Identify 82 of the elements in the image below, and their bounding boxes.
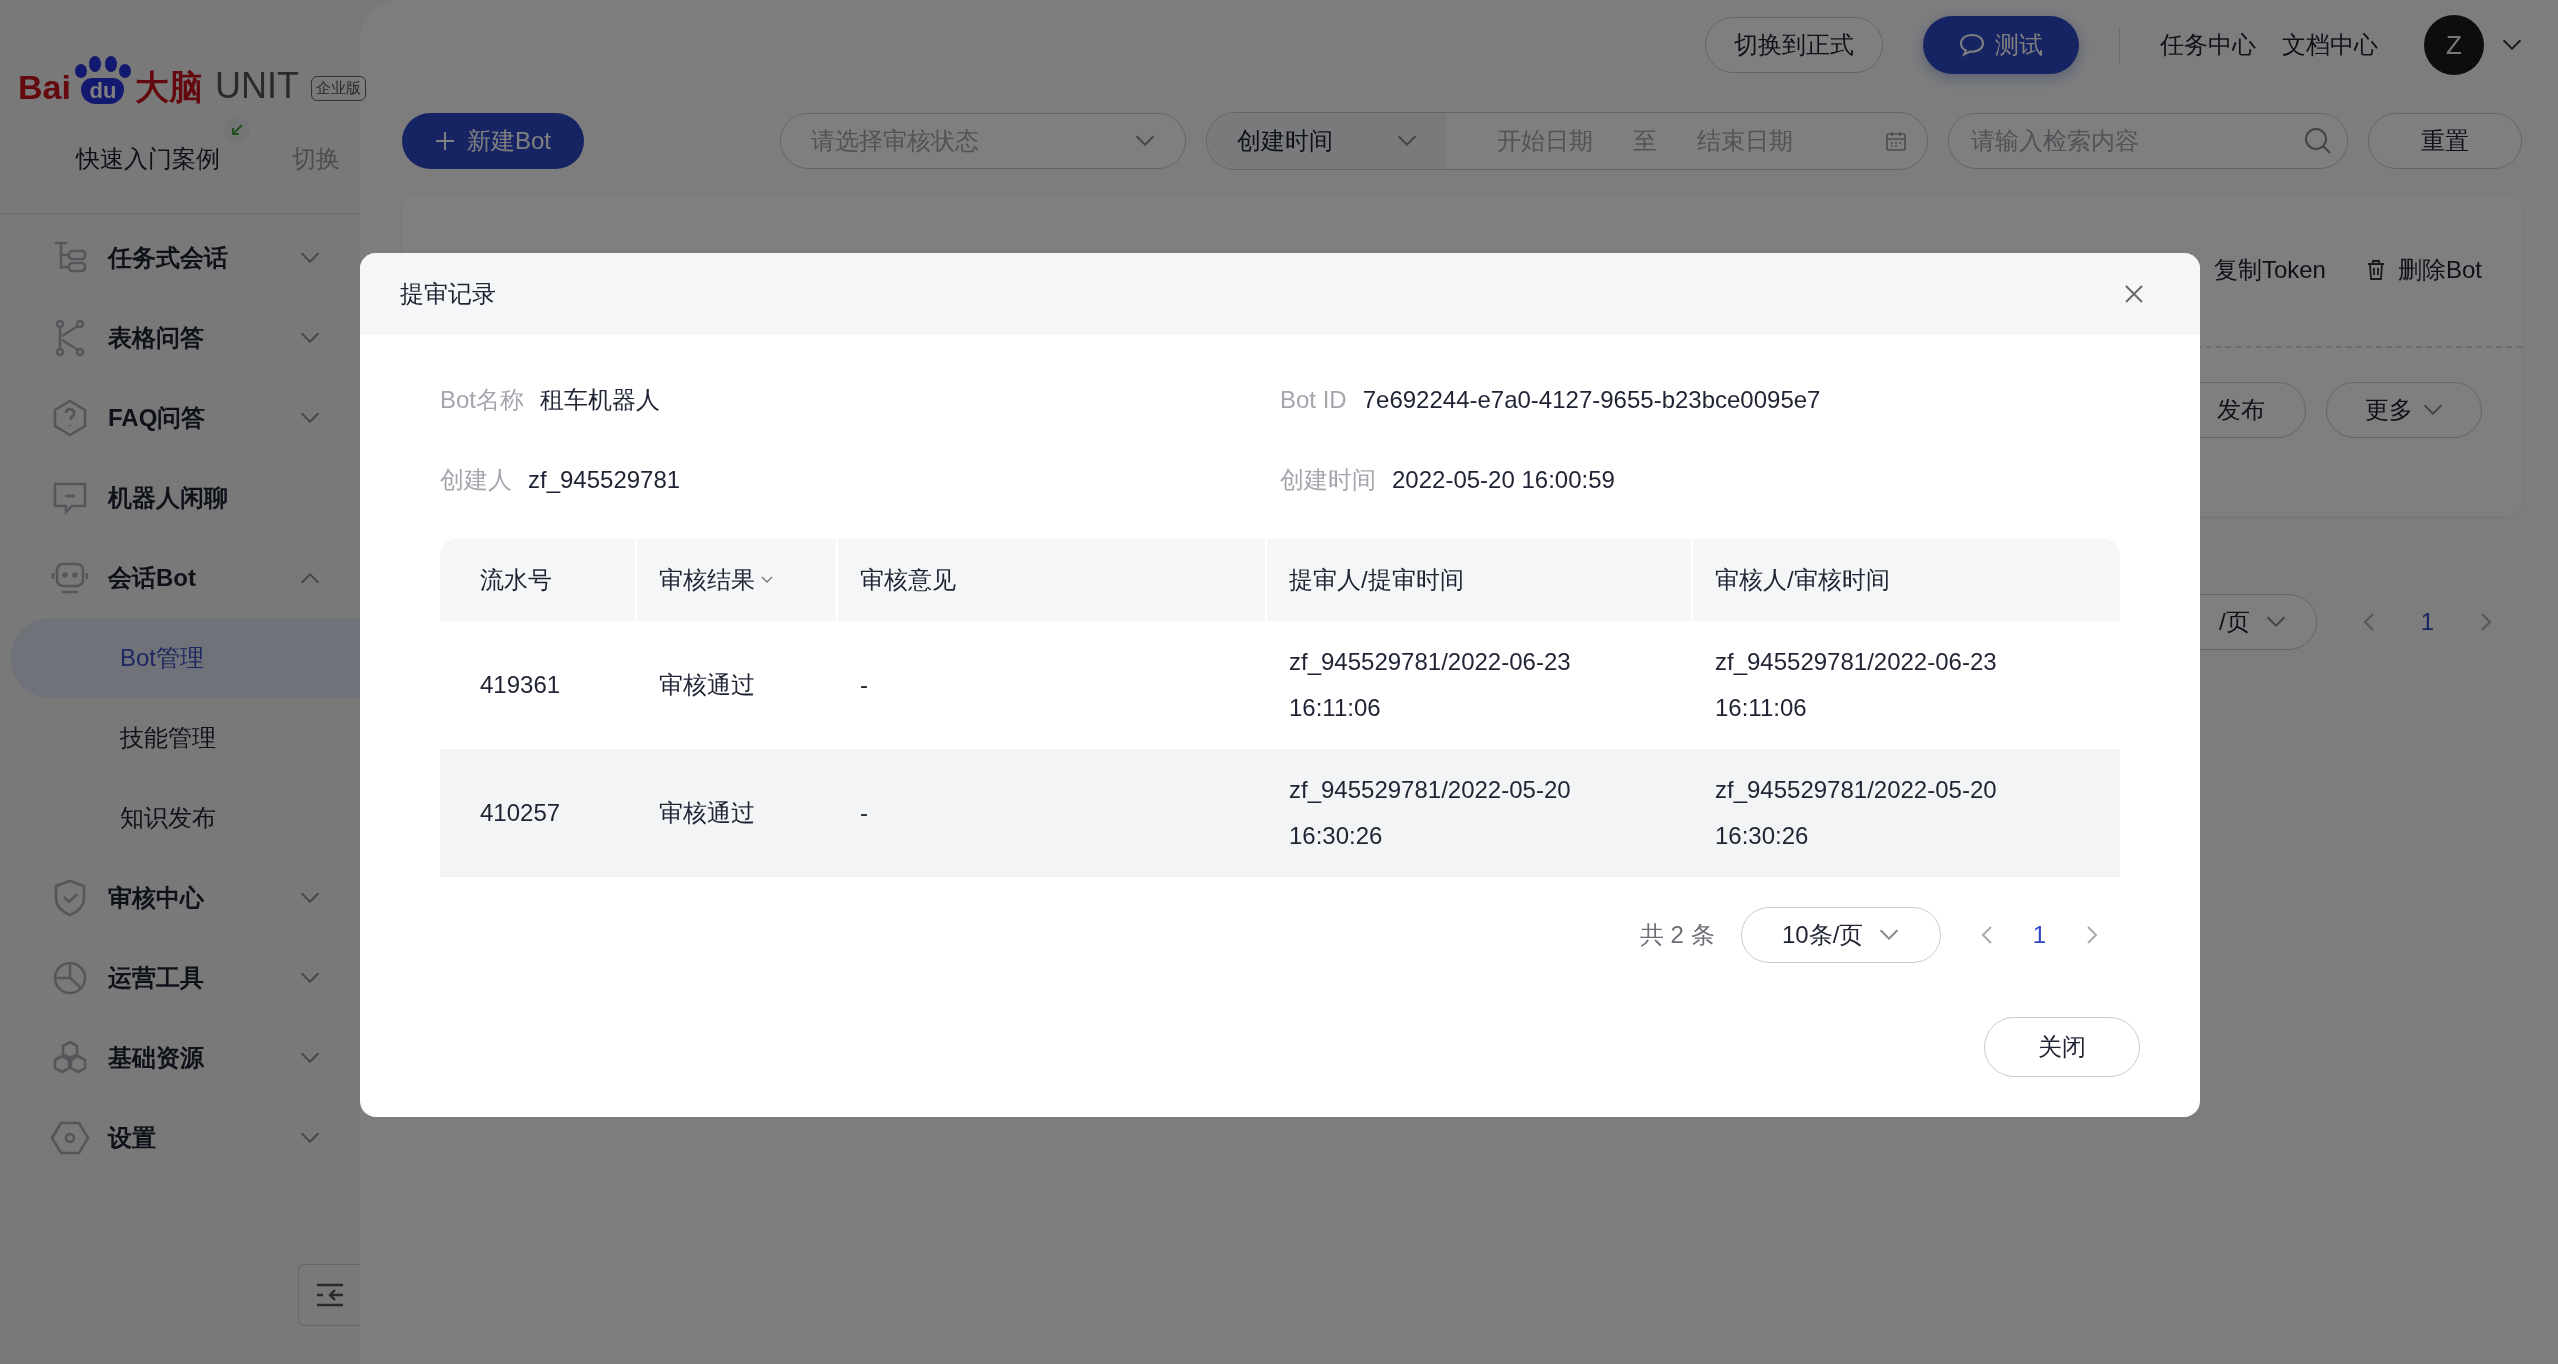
- page-number[interactable]: 1: [2420, 608, 2434, 636]
- table-row[interactable]: 410257 审核通过 - zf_945529781/2022-05-20 16:30:26 zf_945529781/2022-05-20 16:30:26: [440, 749, 2120, 877]
- table-cell-text: zf_945529781/2022-06-23 16:11:06: [1715, 647, 1998, 723]
- page-size-select[interactable]: 10条/页: [1740, 907, 1941, 963]
- nav-item[interactable]: 基础资源: [0, 1018, 360, 1098]
- close-icon[interactable]: [2124, 284, 2144, 304]
- caret-icon: [300, 252, 320, 264]
- caret-icon: [300, 412, 320, 424]
- nav-item[interactable]: FAQ问答: [0, 378, 360, 458]
- chat-icon: [1958, 33, 1985, 57]
- table-cell-text: 审核通过: [659, 798, 755, 828]
- next-page-icon[interactable]: [2480, 612, 2492, 632]
- column-header[interactable]: 审核结果: [637, 539, 838, 621]
- table-cell-text: 419361: [480, 670, 561, 700]
- caret-icon: [300, 332, 320, 344]
- nav-link[interactable]: 文档中心: [2282, 29, 2378, 61]
- nav-item[interactable]: 运营工具: [0, 938, 360, 1018]
- caret-icon: [300, 572, 320, 584]
- collapse-button[interactable]: [298, 1264, 360, 1326]
- table-cell-text: zf_945529781/2022-06-23 16:11:06: [1289, 647, 1572, 723]
- paw-logo: du: [72, 56, 133, 104]
- field-value: 2022-05-20 16:00:59: [1392, 466, 1615, 494]
- page-number[interactable]: 1: [2032, 921, 2046, 949]
- caret-icon: [300, 972, 320, 984]
- field-label: Bot名称: [440, 385, 525, 415]
- dialog-title: 提审记录: [400, 279, 496, 309]
- search-icon: [2303, 126, 2333, 156]
- table-cell-text: 审核通过: [659, 670, 755, 700]
- field-label: Bot ID: [1280, 386, 1347, 414]
- previous-page-icon[interactable]: [2362, 612, 2375, 632]
- field-label: 创建时间: [1280, 465, 1376, 495]
- nav-subitem[interactable]: 知识发布: [10, 778, 360, 858]
- trash-icon: [2365, 259, 2386, 281]
- delete-bot-link[interactable]: 删除Bot: [2365, 254, 2482, 286]
- env-switch-button[interactable]: 切换到正式: [1704, 17, 1883, 73]
- copy-token-link[interactable]: 复制Token: [2213, 254, 2326, 286]
- more-button[interactable]: 更多: [2326, 382, 2482, 438]
- caret-icon: [1135, 135, 1155, 147]
- table-cell-text: -: [860, 670, 868, 700]
- logo-text: 大脑: [134, 70, 203, 104]
- next-page-icon[interactable]: [2086, 925, 2098, 945]
- nav-link[interactable]: 任务中心: [2160, 29, 2256, 61]
- collapse-icon: [314, 1282, 345, 1308]
- nav-item[interactable]: 设置: [0, 1098, 360, 1178]
- nav-item[interactable]: 会话Bot: [0, 538, 360, 618]
- column-header: 审核人/审核时间: [1714, 565, 1891, 595]
- previous-page-icon[interactable]: [1980, 925, 1993, 945]
- quick-start-link[interactable]: 快速入门案例: [76, 144, 220, 172]
- nav-item[interactable]: 机器人闲聊: [0, 458, 360, 538]
- table-cell-text: 410257: [480, 798, 561, 828]
- field-value: 租车机器人: [540, 385, 661, 415]
- test-button[interactable]: 测试: [1922, 16, 2079, 74]
- table-cell-text: -: [860, 798, 868, 828]
- column-header: 审核意见: [838, 539, 1267, 621]
- column-header: 流水号: [440, 539, 637, 621]
- logo-text: Bai: [18, 70, 71, 104]
- total-count: 共 2 条: [1639, 920, 1715, 950]
- reset-button[interactable]: 重置: [2368, 113, 2522, 169]
- table-cell-text: zf_945529781/2022-05-20 16:30:26: [1715, 775, 1998, 851]
- column-header: 提审人/提审时间: [1267, 539, 1693, 621]
- caret-icon: [2265, 616, 2286, 628]
- field-value: zf_945529781: [528, 466, 681, 494]
- caret-icon: [300, 1132, 320, 1144]
- product-name: UNIT: [214, 68, 299, 104]
- caret-icon: [1879, 929, 1900, 941]
- field-label: 创建人: [440, 465, 512, 495]
- user-avatar[interactable]: Z: [2424, 15, 2484, 75]
- caret-icon: [2423, 404, 2443, 416]
- nav-item[interactable]: 审核中心: [0, 858, 360, 938]
- new-bot-button[interactable]: 新建Bot: [402, 113, 584, 169]
- nav-item[interactable]: 任务式会话: [0, 218, 360, 298]
- field-value: 7e692244-e7a0-4127-9655-b23bce0095e7: [1362, 386, 1821, 414]
- nav-subitem[interactable]: 技能管理: [10, 698, 360, 778]
- plus-icon: [435, 131, 455, 151]
- nav-item[interactable]: 表格问答: [0, 298, 360, 378]
- caret-icon[interactable]: [761, 576, 773, 584]
- caret-icon: [300, 1052, 320, 1064]
- nav-subitem[interactable]: Bot管理: [10, 618, 360, 698]
- table-cell-text: zf_945529781/2022-05-20 16:30:26: [1289, 775, 1572, 851]
- caret-icon: [2502, 39, 2522, 51]
- close-button[interactable]: 关闭: [1984, 1017, 2140, 1077]
- caret-icon: [300, 892, 320, 904]
